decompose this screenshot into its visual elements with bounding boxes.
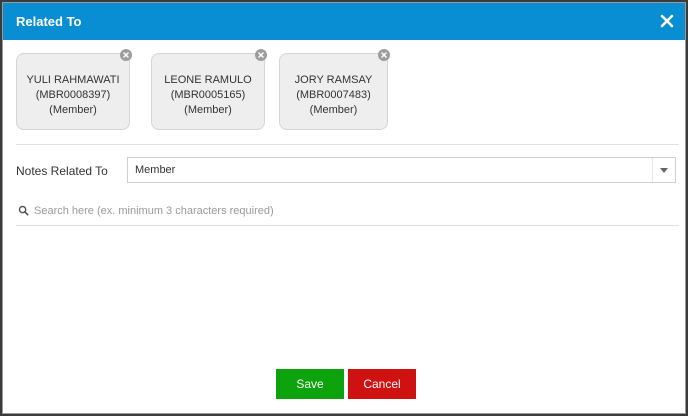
close-button[interactable] bbox=[657, 11, 677, 31]
related-member-chip: YULI RAHMAWATI (MBR0008397) (Member) bbox=[16, 49, 132, 130]
member-type: (Member) bbox=[184, 104, 232, 116]
member-type: (Member) bbox=[49, 104, 97, 116]
remove-icon bbox=[381, 52, 387, 58]
search-icon bbox=[18, 205, 29, 216]
member-name: JORY RAMSAY bbox=[294, 74, 373, 86]
close-icon bbox=[660, 14, 674, 28]
remove-icon bbox=[123, 52, 129, 58]
related-member-chip: JORY RAMSAY (MBR0007483) (Member) bbox=[279, 49, 390, 130]
select-value: Member bbox=[135, 164, 176, 176]
cancel-button[interactable]: Cancel bbox=[348, 369, 416, 399]
member-name: LEONE RAMULO bbox=[164, 74, 252, 86]
dialog-header: Related To bbox=[3, 3, 685, 40]
notes-related-to-label: Notes Related To bbox=[16, 164, 108, 178]
search-row bbox=[16, 202, 679, 224]
remove-chip-button[interactable] bbox=[120, 49, 132, 61]
member-name: YULI RAHMAWATI bbox=[26, 74, 120, 86]
remove-icon bbox=[258, 52, 264, 58]
member-id: (MBR0005165) bbox=[170, 89, 246, 101]
member-type: (Member) bbox=[309, 104, 358, 116]
search-input[interactable] bbox=[32, 202, 674, 220]
section-divider bbox=[16, 144, 679, 145]
save-button[interactable]: Save bbox=[276, 369, 344, 399]
member-id: (MBR0007483) bbox=[296, 89, 371, 101]
dialog-title: Related To bbox=[16, 14, 82, 29]
dropdown-arrow-button[interactable] bbox=[652, 158, 675, 182]
member-id: (MBR0008397) bbox=[35, 89, 111, 101]
notes-related-to-select[interactable]: Member bbox=[127, 157, 676, 183]
caret-down-icon bbox=[660, 168, 668, 173]
remove-chip-button[interactable] bbox=[255, 49, 267, 61]
related-member-chip: LEONE RAMULO (MBR0005165) (Member) bbox=[151, 49, 267, 130]
related-to-dialog: Related To YULI RAHMAWATI (MBR0008397) (… bbox=[2, 2, 686, 414]
search-divider bbox=[16, 225, 679, 226]
remove-chip-button[interactable] bbox=[378, 49, 390, 61]
